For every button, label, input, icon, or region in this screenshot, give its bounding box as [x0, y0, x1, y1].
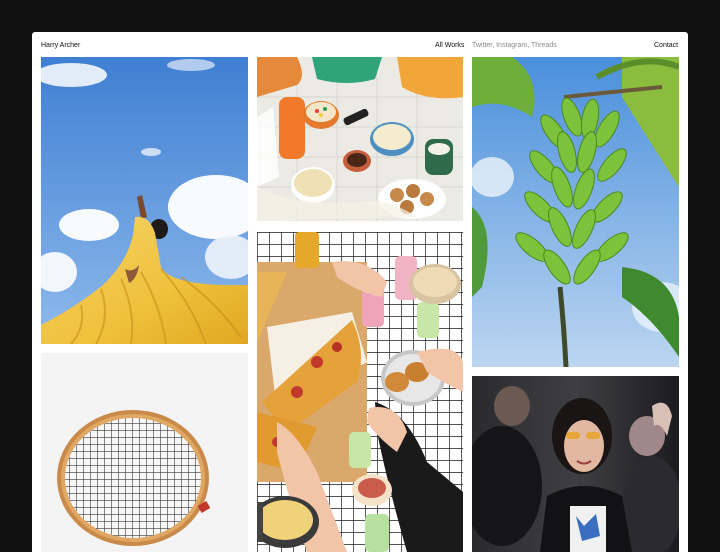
nav-social-links[interactable]: Twitter, Instagram, Threads: [472, 41, 557, 50]
site-name[interactable]: Harry Archer: [41, 41, 80, 50]
nav-all-works[interactable]: All Works: [435, 41, 464, 50]
gallery-image-crowd-portrait[interactable]: [472, 376, 679, 552]
pizza-table-photo: [257, 232, 463, 552]
all-works-link[interactable]: All Works: [435, 42, 464, 49]
yellow-dress-photo: [41, 57, 248, 344]
snacks-table-photo: [257, 57, 463, 221]
portfolio-page: Harry Archer All Works Twitter, Instagra…: [32, 32, 688, 552]
gallery-image-pizza-table[interactable]: [257, 232, 463, 552]
gallery-image-snacks-table[interactable]: [257, 57, 463, 221]
tennis-racket-photo: [41, 353, 248, 552]
nav-contact[interactable]: Contact: [654, 41, 678, 50]
crowd-portrait-photo: [472, 376, 679, 552]
bananas-photo: [472, 57, 679, 367]
site-name-link[interactable]: Harry Archer: [41, 42, 80, 49]
social-links[interactable]: Twitter, Instagram, Threads: [472, 42, 557, 49]
contact-link[interactable]: Contact: [654, 42, 678, 49]
gallery-image-bananas[interactable]: [472, 57, 679, 367]
gallery-image-yellow-dress[interactable]: [41, 57, 248, 344]
gallery-image-tennis-racket[interactable]: [41, 353, 248, 552]
